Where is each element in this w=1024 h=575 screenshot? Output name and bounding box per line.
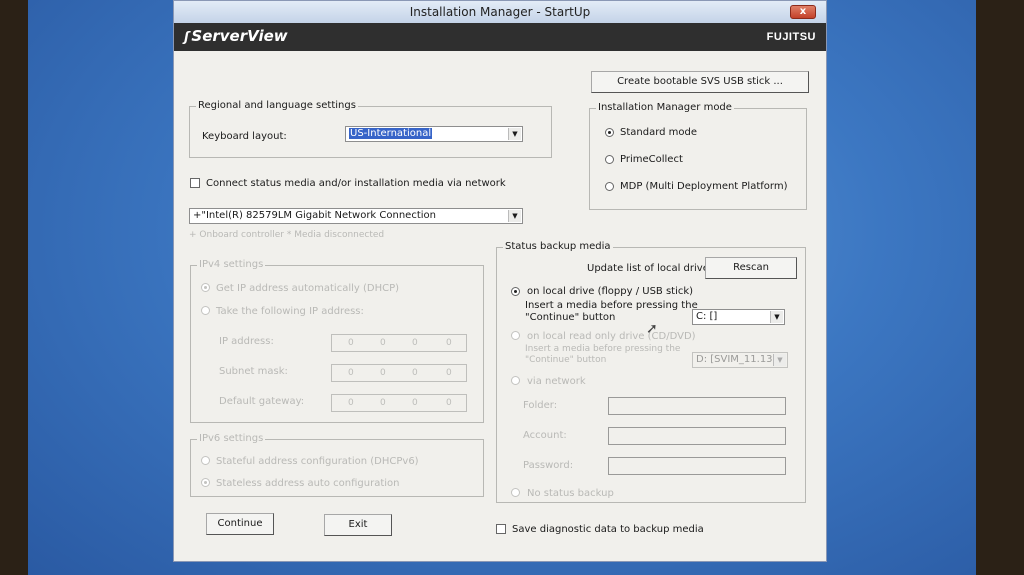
primecollect-label[interactable]: PrimeCollect	[620, 154, 683, 165]
brand-bar: ʃ ServerView FUJITSU	[174, 23, 826, 51]
via-network-label[interactable]: via network	[527, 376, 586, 387]
standard-mode-radio[interactable]	[605, 128, 614, 137]
keyboard-layout-select[interactable]: US-International ▼	[345, 126, 523, 142]
serverview-swoosh-icon: ʃ	[184, 30, 190, 45]
close-icon: x	[799, 6, 807, 17]
subnet-mask-label: Subnet mask:	[219, 366, 288, 377]
rescan-button[interactable]: Rescan	[705, 257, 797, 279]
ip-address-label: IP address:	[219, 336, 274, 347]
ipv4-static-label[interactable]: Take the following IP address:	[216, 306, 364, 317]
network-adapter-value: +"Intel(R) 82579LM Gigabit Network Conne…	[193, 210, 436, 221]
window-title: Installation Manager - StartUp	[409, 5, 591, 19]
local-drive-label[interactable]: on local drive (floppy / USB stick)	[527, 286, 693, 297]
local-drive-value: C: []	[696, 311, 718, 322]
default-gateway-input[interactable]: 0000	[331, 394, 467, 412]
subnet-mask-input[interactable]: 0000	[331, 364, 467, 382]
install-mode-group: Installation Manager mode Standard mode …	[589, 102, 807, 210]
ipv4-dhcp-label[interactable]: Get IP address automatically (DHCP)	[216, 283, 399, 294]
regional-settings-group: Regional and language settings Keyboard …	[189, 100, 552, 158]
ipv6-stateful-label[interactable]: Stateful address configuration (DHCPv6)	[216, 456, 419, 467]
readonly-drive-hint-2: "Continue" button	[525, 355, 607, 365]
local-drive-radio[interactable]	[511, 287, 520, 296]
update-drives-label: Update list of local drives	[587, 263, 715, 274]
monitor-bezel-right	[976, 0, 1024, 575]
exit-button[interactable]: Exit	[324, 514, 392, 536]
readonly-drive-label[interactable]: on local read only drive (CD/DVD)	[527, 331, 696, 342]
chevron-down-icon[interactable]: ▼	[773, 354, 786, 366]
title-bar[interactable]: Installation Manager - StartUp x	[174, 1, 826, 23]
mdp-radio[interactable]	[605, 182, 614, 191]
connect-network-label[interactable]: Connect status media and/or installation…	[206, 178, 506, 189]
ip-address-input[interactable]: 0000	[331, 334, 467, 352]
ipv6-stateless-label[interactable]: Stateless address auto configuration	[216, 478, 399, 489]
network-adapter-note: + Onboard controller * Media disconnecte…	[189, 230, 385, 240]
local-drive-hint-2: "Continue" button	[525, 312, 616, 323]
ipv6-settings-group: IPv6 settings Stateful address configura…	[190, 433, 484, 497]
readonly-drive-radio[interactable]	[511, 331, 520, 340]
save-diagnostic-label[interactable]: Save diagnostic data to backup media	[512, 524, 704, 535]
fujitsu-logo: FUJITSU	[766, 31, 816, 43]
keyboard-layout-label: Keyboard layout:	[202, 131, 287, 142]
chevron-down-icon[interactable]: ▼	[770, 311, 783, 323]
keyboard-layout-value: US-International	[349, 128, 433, 139]
close-button[interactable]: x	[790, 5, 816, 19]
chevron-down-icon[interactable]: ▼	[508, 128, 521, 140]
default-gateway-label: Default gateway:	[219, 396, 305, 407]
connect-network-checkbox[interactable]	[190, 178, 200, 188]
install-mode-legend: Installation Manager mode	[596, 102, 734, 113]
ipv6-legend: IPv6 settings	[197, 433, 266, 444]
folder-label: Folder:	[523, 400, 558, 411]
main-content: Create bootable SVS USB stick ... Region…	[174, 51, 826, 561]
ipv4-legend: IPv4 settings	[197, 259, 266, 270]
status-backup-legend: Status backup media	[503, 241, 613, 252]
installation-manager-window: Installation Manager - StartUp x ʃ Server…	[173, 0, 827, 562]
serverview-logo: ʃ ServerView	[184, 27, 288, 45]
mouse-pointer-icon: ➚	[646, 321, 658, 337]
readonly-drive-select[interactable]: D: [SVIM_11.13. ▼	[692, 352, 788, 368]
ipv6-stateless-radio[interactable]	[201, 478, 210, 487]
account-label: Account:	[523, 430, 567, 441]
primecollect-radio[interactable]	[605, 155, 614, 164]
save-diagnostic-checkbox[interactable]	[496, 524, 506, 534]
chevron-down-icon[interactable]: ▼	[508, 210, 521, 222]
password-input[interactable]	[608, 457, 786, 475]
mdp-label[interactable]: MDP (Multi Deployment Platform)	[620, 181, 787, 192]
ipv4-dhcp-radio[interactable]	[201, 283, 210, 292]
network-adapter-select[interactable]: +"Intel(R) 82579LM Gigabit Network Conne…	[189, 208, 523, 224]
no-backup-label[interactable]: No status backup	[527, 488, 614, 499]
status-backup-group: Status backup media Update list of local…	[496, 241, 806, 503]
local-drive-hint-1: Insert a media before pressing the	[525, 300, 698, 311]
ipv6-stateful-radio[interactable]	[201, 456, 210, 465]
folder-input[interactable]	[608, 397, 786, 415]
local-drive-select[interactable]: C: [] ▼	[692, 309, 785, 325]
ipv4-settings-group: IPv4 settings Get IP address automatical…	[190, 259, 484, 423]
no-backup-radio[interactable]	[511, 488, 520, 497]
brand-name: ServerView	[191, 27, 288, 45]
standard-mode-label[interactable]: Standard mode	[620, 127, 697, 138]
ipv4-static-radio[interactable]	[201, 306, 210, 315]
readonly-drive-hint-1: Insert a media before pressing the	[525, 344, 681, 354]
via-network-radio[interactable]	[511, 376, 520, 385]
create-usb-stick-button[interactable]: Create bootable SVS USB stick ...	[591, 71, 809, 93]
password-label: Password:	[523, 460, 574, 471]
account-input[interactable]	[608, 427, 786, 445]
monitor-bezel-left	[0, 0, 28, 575]
readonly-drive-value: D: [SVIM_11.13.	[696, 354, 776, 365]
regional-settings-legend: Regional and language settings	[196, 100, 358, 111]
continue-button[interactable]: Continue	[206, 513, 274, 535]
